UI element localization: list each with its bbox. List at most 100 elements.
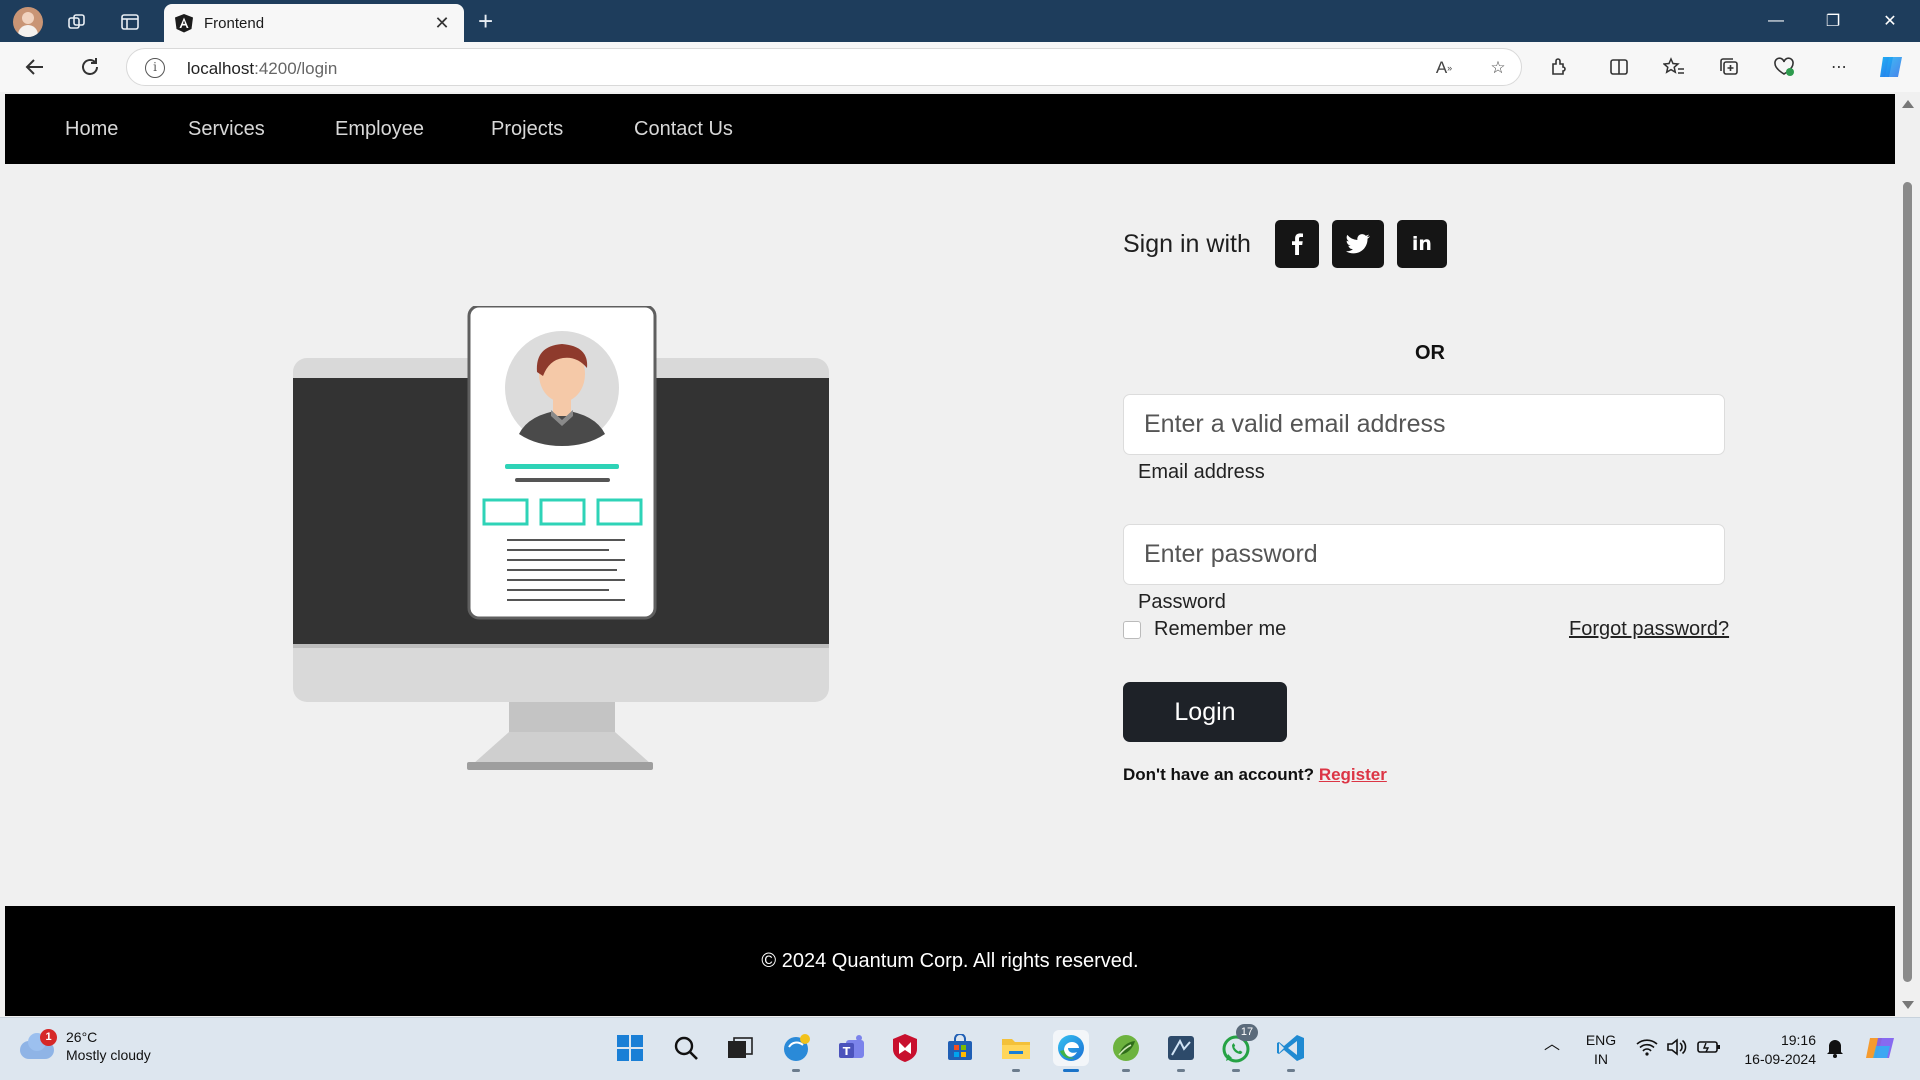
search-icon	[674, 1036, 698, 1060]
task-view-icon	[728, 1037, 753, 1058]
nav-projects[interactable]: Projects	[491, 118, 563, 141]
nav-home[interactable]: Home	[65, 118, 118, 141]
site-info-icon[interactable]: i	[145, 58, 165, 78]
whatsapp-badge: 17	[1236, 1024, 1258, 1041]
weather-desc: Mostly cloudy	[66, 1047, 151, 1063]
globe-icon	[784, 1034, 810, 1061]
clock-time: 19:16	[1780, 1032, 1816, 1048]
remember-me-row: Remember me	[1123, 618, 1286, 641]
profile-avatar[interactable]	[13, 7, 43, 37]
nav-employee[interactable]: Employee	[335, 118, 424, 141]
system-clock[interactable]: 19:16 16-09-2024	[1738, 1031, 1816, 1069]
taskbar-app-edge[interactable]	[1053, 1030, 1089, 1072]
register-link[interactable]: Register	[1319, 765, 1387, 784]
tab-title: Frontend	[204, 14, 265, 32]
social-signin-row: Sign in with in	[1123, 220, 1460, 268]
show-hidden-icons-chevron[interactable]: ︿	[1544, 1030, 1560, 1054]
facebook-button[interactable]	[1274, 220, 1319, 268]
back-button[interactable]	[20, 52, 50, 82]
scroll-thumb[interactable]	[1903, 182, 1912, 982]
scroll-down-arrow[interactable]	[1902, 1001, 1914, 1009]
search-button[interactable]	[668, 1030, 704, 1066]
url-host: localhost	[187, 59, 255, 78]
taskbar-app-store[interactable]	[942, 1030, 978, 1066]
taskbar-app-browser[interactable]	[778, 1030, 814, 1072]
register-prompt: Don't have an account? Register	[1123, 765, 1387, 785]
more-menu-icon[interactable]: ⋯	[1824, 52, 1854, 82]
workspaces-icon[interactable]	[62, 7, 92, 37]
address-bar[interactable]: i localhost:4200/login A» ☆	[126, 48, 1522, 86]
twitter-button[interactable]	[1331, 220, 1384, 268]
scroll-up-arrow[interactable]	[1902, 100, 1914, 108]
cloud-icon: 1	[20, 1029, 57, 1059]
notifications-bell-icon[interactable]	[1826, 1038, 1844, 1061]
taskbar-app-teams[interactable]: T	[834, 1030, 870, 1066]
tab-actions-icon[interactable]	[115, 7, 145, 37]
edge-icon	[1058, 1035, 1084, 1061]
browser-essentials-icon[interactable]	[1769, 52, 1799, 82]
or-divider: OR	[1415, 342, 1445, 364]
page-scrollbar[interactable]	[1895, 92, 1920, 1017]
taskbar-app-vscode[interactable]	[1273, 1030, 1309, 1072]
taskbar-app-code-editor[interactable]	[1163, 1030, 1199, 1072]
vscode-icon	[1277, 1035, 1304, 1061]
windows-icon	[617, 1035, 643, 1061]
linkedin-icon: in	[1411, 233, 1432, 255]
url-path: :4200/login	[254, 59, 338, 78]
taskbar-app-file-explorer[interactable]	[998, 1030, 1034, 1072]
forgot-password-link[interactable]: Forgot password?	[1569, 618, 1729, 641]
url-text[interactable]: localhost:4200/login	[187, 59, 337, 79]
spring-tools-icon	[1113, 1035, 1139, 1061]
read-aloud-icon[interactable]: A»	[1433, 57, 1455, 79]
close-window-button[interactable]: ✕	[1870, 6, 1910, 36]
taskbar-app-mcafee[interactable]	[887, 1030, 923, 1066]
signin-with-label: Sign in with	[1123, 229, 1251, 258]
twitter-icon	[1345, 234, 1370, 254]
favorite-star-icon[interactable]: ☆	[1487, 57, 1509, 79]
refresh-button[interactable]	[75, 52, 105, 82]
remember-me-checkbox[interactable]	[1123, 620, 1141, 639]
copilot-icon[interactable]	[1876, 52, 1906, 82]
remember-me-label[interactable]: Remember me	[1154, 618, 1286, 641]
collections-icon[interactable]	[1714, 52, 1744, 82]
site-footer: © 2024 Quantum Corp. All rights reserved…	[5, 906, 1895, 1016]
battery-icon[interactable]	[1697, 1039, 1721, 1058]
split-screen-icon[interactable]	[1604, 52, 1634, 82]
page-viewport: Home Services Employee Projects Contact …	[0, 92, 1920, 1017]
folder-icon	[1002, 1039, 1030, 1059]
lang-region: IN	[1594, 1051, 1608, 1067]
volume-icon[interactable]	[1666, 1038, 1688, 1059]
lang-code: ENG	[1585, 1032, 1617, 1048]
editor-icon	[1168, 1036, 1194, 1060]
extensions-icon[interactable]	[1544, 52, 1574, 82]
password-label: Password	[1138, 591, 1226, 613]
taskbar-app-whatsapp[interactable]: 17	[1218, 1024, 1258, 1072]
new-tab-button[interactable]: +	[478, 8, 493, 34]
nav-contact-us[interactable]: Contact Us	[634, 118, 733, 141]
close-tab-icon[interactable]: ✕	[430, 13, 454, 34]
store-icon	[948, 1034, 972, 1060]
login-illustration	[293, 306, 829, 770]
task-view-button[interactable]	[722, 1030, 758, 1066]
login-section: Sign in with in OR Email address Passwor…	[5, 164, 1895, 904]
facebook-icon	[1291, 233, 1303, 255]
minimize-button[interactable]: —	[1756, 6, 1796, 36]
language-indicator[interactable]: ENG IN	[1584, 1031, 1618, 1069]
browser-toolbar: i localhost:4200/login A» ☆ ⋯	[0, 42, 1920, 92]
restore-button[interactable]: ❐	[1813, 6, 1853, 36]
linkedin-button[interactable]: in	[1396, 220, 1447, 268]
password-input[interactable]	[1123, 524, 1725, 585]
start-button[interactable]	[612, 1030, 648, 1066]
site-navbar: Home Services Employee Projects Contact …	[5, 94, 1895, 164]
weather-widget[interactable]: 1 26°C Mostly cloudy	[20, 1028, 151, 1064]
login-button[interactable]: Login	[1123, 682, 1287, 742]
email-input[interactable]	[1123, 394, 1725, 455]
copilot-taskbar-icon[interactable]	[1864, 1032, 1896, 1067]
wifi-icon[interactable]	[1636, 1038, 1658, 1059]
favorites-icon[interactable]	[1659, 52, 1689, 82]
tab-frontend[interactable]: Frontend ✕	[164, 4, 464, 42]
email-label: Email address	[1138, 461, 1265, 483]
angular-icon	[175, 14, 193, 33]
taskbar-app-spring[interactable]	[1108, 1030, 1144, 1072]
nav-services[interactable]: Services	[188, 118, 265, 141]
